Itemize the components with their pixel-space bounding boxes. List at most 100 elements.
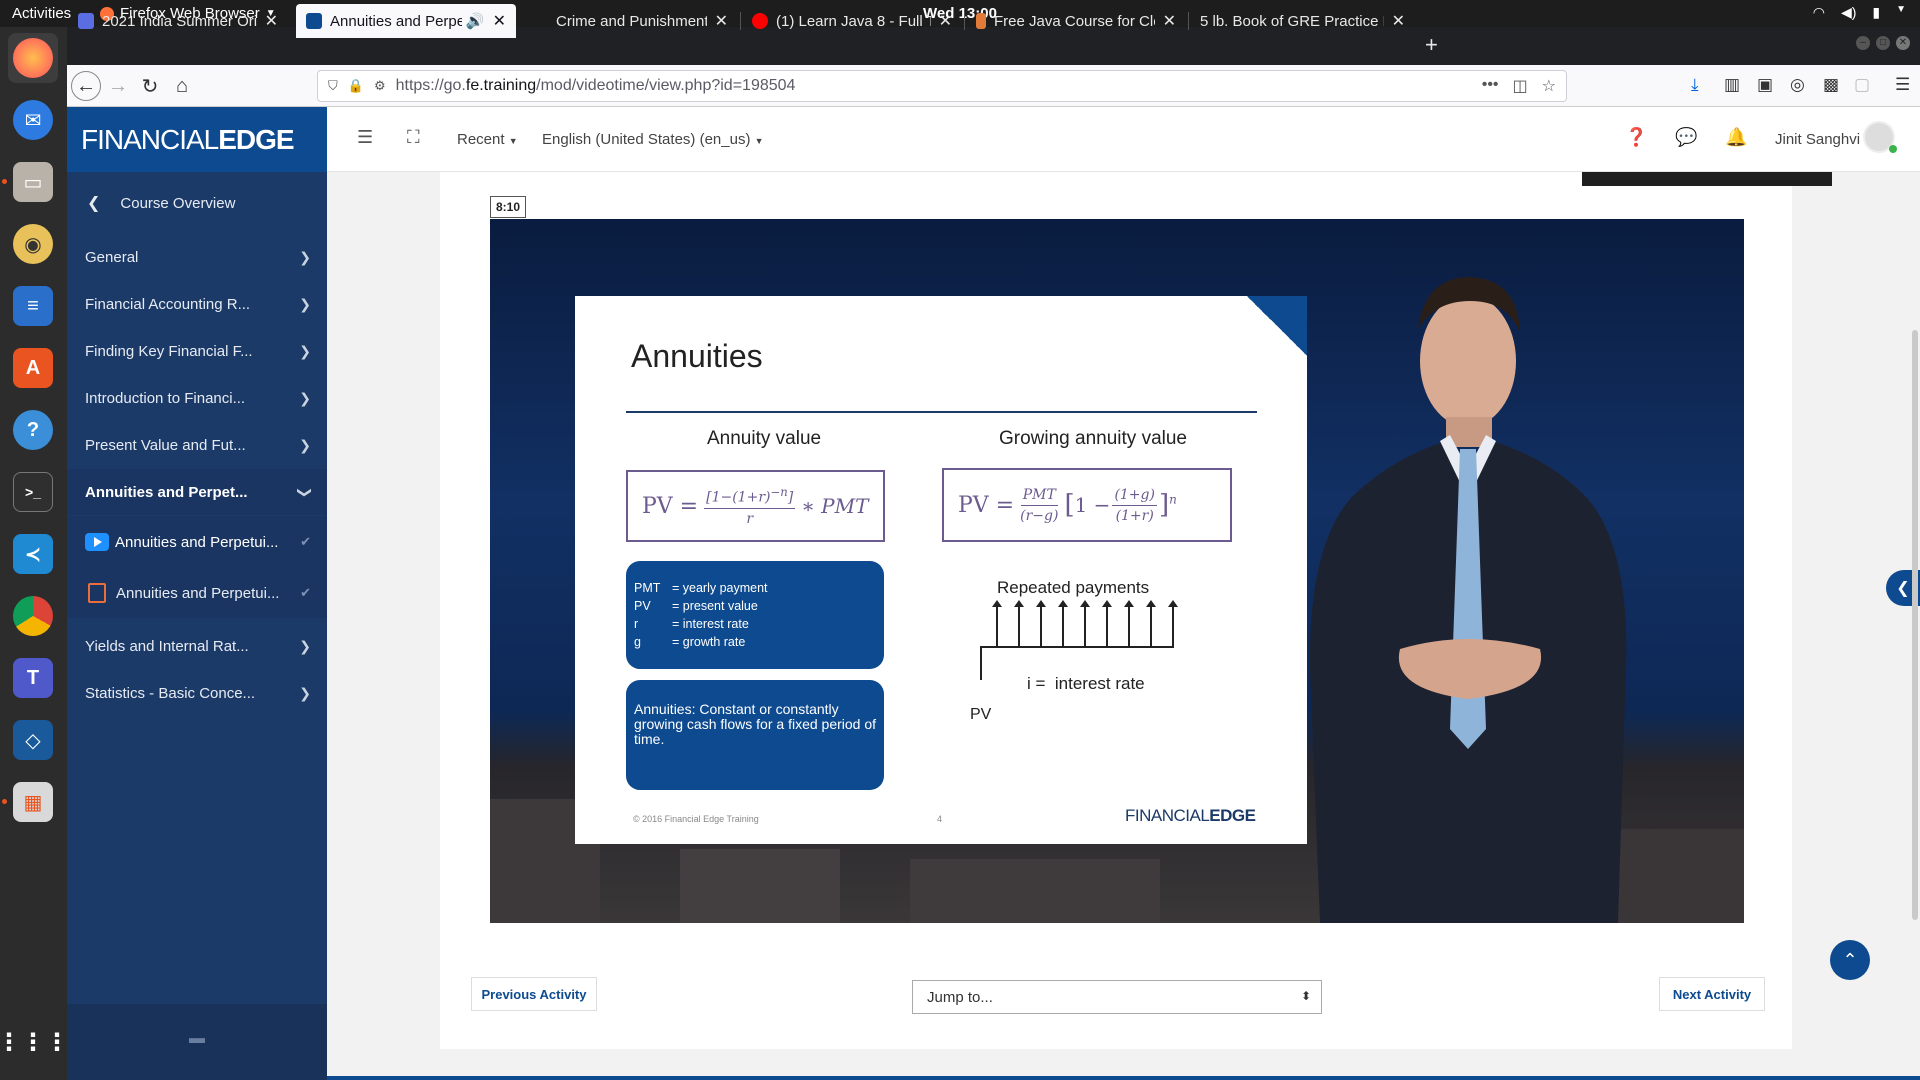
dock-virtualbox[interactable]: ◇ (8, 715, 58, 765)
close-icon[interactable]: ✕ (1163, 11, 1176, 31)
check-icon[interactable]: ✔ (300, 585, 311, 601)
dock-writer[interactable]: ≡ (8, 281, 58, 331)
hamburger-menu-icon[interactable]: ☰ (357, 127, 373, 148)
sidebar-subitem-quiz[interactable]: Annuities and Perpetui... ✔ (67, 568, 327, 618)
close-window-button[interactable]: ✕ (1896, 36, 1910, 50)
home-button[interactable]: ⌂ (167, 71, 197, 101)
sidebar-item-financial-accounting[interactable]: Financial Accounting R... ❯ (67, 281, 327, 327)
dock-software[interactable]: A (8, 343, 58, 393)
language-menu[interactable]: English (United States) (en_us) ▼ (542, 131, 764, 148)
battery-icon: ▮ (1872, 4, 1881, 20)
tab-free-java[interactable]: Free Java Course for Cle ✕ (966, 4, 1186, 38)
shield-icon[interactable]: ⛉ (328, 78, 338, 94)
sidebar-item-statistics[interactable]: Statistics - Basic Conce... ❯ (67, 670, 327, 716)
speaker-icon[interactable]: 🔊 (466, 12, 485, 30)
fullscreen-icon[interactable]: ⛶ (407, 127, 420, 148)
dock-firefox[interactable] (8, 33, 58, 83)
quiz-icon (88, 583, 106, 603)
growing-annuity-formula: PV = PMT (r−g) [1 − (1+g) (1+r) ]n (942, 468, 1232, 542)
lock-icon[interactable]: 🔒 (348, 78, 364, 94)
sidebar-item-general[interactable]: General ❯ (67, 234, 327, 280)
notifications-icon[interactable]: 🔔 (1725, 127, 1747, 148)
reload-button[interactable]: ↻ (135, 71, 165, 101)
previous-activity-button[interactable]: Previous Activity (471, 977, 597, 1011)
sidebar-item-yields[interactable]: Yields and Internal Rat... ❯ (67, 623, 327, 669)
caret-down-icon: ▼ (754, 136, 764, 146)
volume-icon: ◀) (1840, 4, 1857, 20)
new-tab-button[interactable]: + (1425, 32, 1438, 58)
system-tray[interactable]: ◠ ◀) ▮ ▼ (1813, 4, 1906, 21)
permissions-icon[interactable]: ⚙ (374, 78, 386, 94)
sidebar-item-present-value[interactable]: Present Value and Fut... ❯ (67, 422, 327, 468)
account-icon[interactable]: ◎ (1790, 75, 1805, 95)
menu-icon[interactable]: ☰ (1895, 75, 1910, 95)
studio-seat (910, 859, 1160, 923)
chevron-right-icon: ❯ (299, 342, 311, 359)
close-icon[interactable]: ✕ (939, 11, 952, 31)
check-icon[interactable]: ✔ (300, 534, 311, 550)
dock-calculator[interactable]: ▦ (8, 777, 58, 827)
logo-text-bold: EDGE (1209, 806, 1256, 825)
tab-annuities[interactable]: Annuities and Perpetu 🔊 ✕ (296, 4, 516, 38)
dock-rhythmbox[interactable]: ◉ (8, 219, 58, 269)
extension-icon[interactable]: ▢ (1854, 75, 1870, 95)
bookmark-star-icon[interactable]: ☆ (1542, 76, 1556, 96)
calculator-icon: ▦ (13, 782, 53, 822)
library-icon[interactable]: ▥ (1724, 75, 1740, 95)
back-to-top-button[interactable]: ⌃ (1830, 940, 1870, 980)
site-logo[interactable]: FINANCIAL EDGE (67, 107, 327, 172)
sidebar-icon[interactable]: ▣ (1757, 75, 1773, 95)
close-icon[interactable]: ✕ (715, 11, 728, 31)
page-actions-icon[interactable]: ••• (1482, 76, 1499, 96)
software-icon: A (13, 348, 53, 388)
sidebar-subitem-video[interactable]: Annuities and Perpetui... ✔ (67, 516, 327, 568)
pocket-icon[interactable]: ◫ (1513, 76, 1528, 96)
extension-icon[interactable]: ▩ (1823, 75, 1839, 95)
running-indicator (2, 799, 7, 804)
close-icon[interactable]: ✕ (1392, 11, 1405, 31)
url-bar[interactable]: ⛉ 🔒 ⚙ https://go. fe.training/mod/videoti… (317, 70, 1567, 102)
tab-gre-book[interactable]: 5 lb. Book of GRE Practice P ✕ (1190, 4, 1415, 38)
tab-india-summer[interactable]: 2021 India Summer Orie ✕ (68, 4, 288, 38)
dock-vscode[interactable]: ≺ (8, 529, 58, 579)
tab-separator (740, 12, 741, 30)
studio-seat (680, 849, 840, 923)
maximize-button[interactable]: □ (1876, 36, 1890, 50)
close-icon[interactable]: ✕ (265, 11, 278, 31)
next-activity-button[interactable]: Next Activity (1659, 977, 1765, 1011)
minimize-button[interactable]: – (1856, 36, 1870, 50)
help-icon[interactable]: ❓ (1625, 127, 1647, 148)
forward-button[interactable]: → (103, 71, 133, 101)
recent-menu[interactable]: Recent ▼ (457, 131, 518, 148)
dock-help[interactable]: ? (8, 405, 58, 455)
downloads-icon[interactable]: ⤓ (1691, 75, 1699, 95)
course-index-sidebar: ❮ Course Overview General ❯ Financial Acc… (67, 172, 327, 1080)
sidebar-item-annuities[interactable]: Annuities and Perpet... ❯ (67, 469, 327, 515)
activities-button[interactable]: Activities (12, 5, 71, 22)
page-scrollbar[interactable] (1912, 330, 1918, 920)
chevron-right-icon: ❯ (299, 684, 311, 701)
course-overview-link[interactable]: ❮ Course Overview (67, 180, 327, 226)
back-button[interactable]: ← (71, 71, 101, 101)
user-name[interactable]: Jinit Sanghvi (1775, 131, 1860, 148)
close-icon[interactable]: ✕ (493, 11, 506, 31)
dock-thunderbird[interactable]: ✉ (8, 95, 58, 145)
dock-files[interactable]: ▭ (8, 157, 58, 207)
dock-teams[interactable]: T (8, 653, 58, 703)
dock-terminal[interactable]: >_ (8, 467, 58, 517)
tab-title: Annuities and Perpetu (330, 12, 462, 30)
jump-to-select[interactable]: Jump to... ⬍ (912, 980, 1322, 1014)
tab-learn-java[interactable]: (1) Learn Java 8 - Full Tut ✕ (742, 4, 962, 38)
presentation-slide: Annuities Annuity value Growing annuity … (575, 296, 1307, 844)
language-menu-label: English (United States) (en_us) (542, 131, 751, 148)
block-icon[interactable]: ▬ (189, 1030, 205, 1048)
tab-crime-punishment[interactable]: Crime and Punishment - ✕ (528, 4, 738, 38)
dock-chrome[interactable] (8, 591, 58, 641)
show-applications-button[interactable]: ⋮⋮⋮ (0, 1017, 69, 1067)
sidebar-item-introduction[interactable]: Introduction to Financi... ❯ (67, 375, 327, 421)
payment-arrow (1080, 600, 1090, 646)
select-arrows-icon: ⬍ (1300, 989, 1311, 1003)
sidebar-item-finding-key[interactable]: Finding Key Financial F... ❯ (67, 328, 327, 374)
messages-icon[interactable]: 💬 (1675, 127, 1697, 148)
video-player[interactable]: Annuities Annuity value Growing annuity … (490, 219, 1744, 923)
